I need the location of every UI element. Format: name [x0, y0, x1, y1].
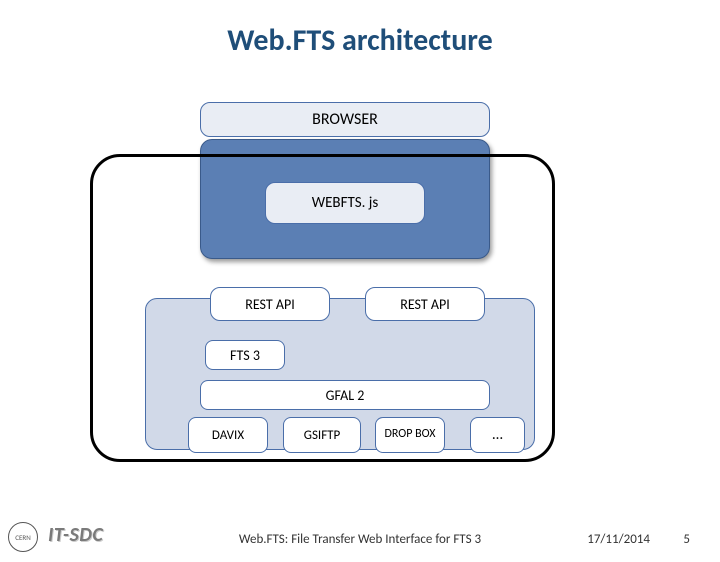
- fts3-box: FTS 3: [205, 340, 285, 370]
- browser-box: BROWSER: [200, 102, 490, 137]
- dropbox-box: DROP BOX: [375, 417, 445, 453]
- page-title: Web.FTS architecture: [0, 22, 720, 59]
- footer: CERN IT-SDC Web.FTS: File Transfer Web I…: [0, 512, 720, 562]
- gfal2-box: GFAL 2: [200, 380, 490, 410]
- webfts-box: WEBFTS. js: [265, 182, 425, 224]
- ellipsis-box: …: [470, 417, 525, 453]
- gsiftp-box: GSIFTP: [283, 417, 361, 453]
- rest-api-box-1: REST API: [210, 287, 330, 321]
- rest-api-box-2: REST API: [365, 287, 485, 321]
- diagram: BROWSER WEBFTS. js REST API REST API FTS…: [0, 92, 720, 492]
- davix-box: DAVIX: [188, 417, 268, 453]
